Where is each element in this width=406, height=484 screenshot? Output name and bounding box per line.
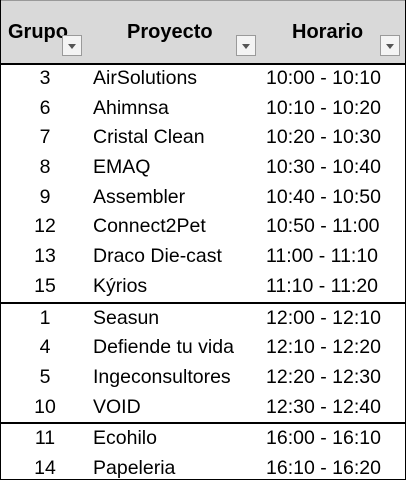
cell-horario[interactable]: 10:10 - 10:20 xyxy=(266,97,381,120)
cell-proyecto[interactable]: Papeleria xyxy=(93,457,175,480)
cell-horario[interactable]: 16:00 - 16:10 xyxy=(266,427,381,450)
cell-grupo[interactable]: 14 xyxy=(1,457,89,480)
cell-proyecto[interactable]: VOID xyxy=(93,396,141,419)
cell-grupo[interactable]: 4 xyxy=(1,336,89,359)
cell-grupo[interactable]: 1 xyxy=(1,307,89,330)
header-grupo: Grupo xyxy=(1,1,89,63)
table-row: 1 Seasun 12:00 - 12:10 xyxy=(1,304,405,334)
cell-proyecto[interactable]: Cristal Clean xyxy=(93,126,205,149)
table-row: 7 Cristal Clean 10:20 - 10:30 xyxy=(1,123,405,153)
cell-grupo[interactable]: 3 xyxy=(1,67,89,90)
header-proyecto-label: Proyecto xyxy=(127,21,213,43)
cell-proyecto[interactable]: Seasun xyxy=(93,307,159,330)
table-row: 9 Assembler 10:40 - 10:50 xyxy=(1,183,405,213)
cell-horario[interactable]: 10:40 - 10:50 xyxy=(266,186,381,209)
schedule-table: Grupo Proyecto Horario 3 AirSolutions 10… xyxy=(0,0,406,480)
cell-proyecto[interactable]: Ecohilo xyxy=(93,427,157,450)
cell-grupo[interactable]: 7 xyxy=(1,126,89,149)
cell-horario[interactable]: 16:10 - 16:20 xyxy=(266,457,381,480)
header-horario: Horario xyxy=(264,1,405,63)
cell-proyecto[interactable]: Connect2Pet xyxy=(93,215,206,238)
cell-proyecto[interactable]: Draco Die-cast xyxy=(93,245,222,268)
table-row: 8 EMAQ 10:30 - 10:40 xyxy=(1,153,405,183)
cell-horario[interactable]: 10:00 - 10:10 xyxy=(266,67,381,90)
table-row: 6 Ahimnsa 10:10 - 10:20 xyxy=(1,94,405,124)
table-row: 5 Ingeconsultores 12:20 - 12:30 xyxy=(1,363,405,393)
table-body: 3 AirSolutions 10:00 - 10:10 6 Ahimnsa 1… xyxy=(1,64,405,484)
cell-proyecto[interactable]: Assembler xyxy=(93,186,185,209)
cell-horario[interactable]: 10:30 - 10:40 xyxy=(266,156,381,179)
table-row: 13 Draco Die-cast 11:00 - 11:10 xyxy=(1,242,405,272)
table-row: 15 Kýrios 11:10 - 11:20 xyxy=(1,272,405,302)
filter-dropdown-icon[interactable] xyxy=(380,35,400,56)
cell-horario[interactable]: 12:10 - 12:20 xyxy=(266,336,381,359)
cell-proyecto[interactable]: Ahimnsa xyxy=(93,97,169,120)
cell-grupo[interactable]: 9 xyxy=(1,186,89,209)
cell-grupo[interactable]: 8 xyxy=(1,156,89,179)
cell-proyecto[interactable]: Defiende tu vida xyxy=(93,336,234,359)
cell-grupo[interactable]: 6 xyxy=(1,97,89,120)
table-row: 3 AirSolutions 10:00 - 10:10 xyxy=(1,64,405,94)
cell-grupo[interactable]: 15 xyxy=(1,275,89,298)
cell-horario[interactable]: 12:20 - 12:30 xyxy=(266,366,381,389)
cell-grupo[interactable]: 5 xyxy=(1,366,89,389)
table-row: 12 Connect2Pet 10:50 - 11:00 xyxy=(1,212,405,242)
cell-proyecto[interactable]: Kýrios xyxy=(93,275,147,298)
table-row: 14 Papeleria 16:10 - 16:20 xyxy=(1,454,405,484)
cell-grupo[interactable]: 12 xyxy=(1,215,89,238)
cell-proyecto[interactable]: EMAQ xyxy=(93,156,150,179)
cell-grupo[interactable]: 13 xyxy=(1,245,89,268)
cell-horario[interactable]: 10:50 - 11:00 xyxy=(266,215,379,238)
header-horario-label: Horario xyxy=(292,21,364,43)
filter-dropdown-icon[interactable] xyxy=(236,35,256,56)
cell-grupo[interactable]: 10 xyxy=(1,396,89,419)
cell-horario[interactable]: 12:30 - 12:40 xyxy=(266,396,381,419)
header-proyecto: Proyecto xyxy=(89,1,264,63)
cell-proyecto[interactable]: AirSolutions xyxy=(93,67,197,90)
cell-horario[interactable]: 12:00 - 12:10 xyxy=(266,307,381,330)
cell-horario[interactable]: 11:00 - 11:10 xyxy=(266,245,378,268)
table-row: 4 Defiende tu vida 12:10 - 12:20 xyxy=(1,333,405,363)
table-row: 11 Ecohilo 16:00 - 16:10 xyxy=(1,424,405,454)
header-grupo-label: Grupo xyxy=(8,21,68,43)
filter-dropdown-icon[interactable] xyxy=(62,35,82,56)
cell-proyecto[interactable]: Ingeconsultores xyxy=(93,366,231,389)
cell-grupo[interactable]: 11 xyxy=(1,427,89,450)
cell-horario[interactable]: 10:20 - 10:30 xyxy=(266,126,381,149)
table-row: 10 VOID 12:30 - 12:40 xyxy=(1,393,405,423)
cell-horario[interactable]: 11:10 - 11:20 xyxy=(266,275,378,298)
table-header: Grupo Proyecto Horario xyxy=(1,0,405,65)
